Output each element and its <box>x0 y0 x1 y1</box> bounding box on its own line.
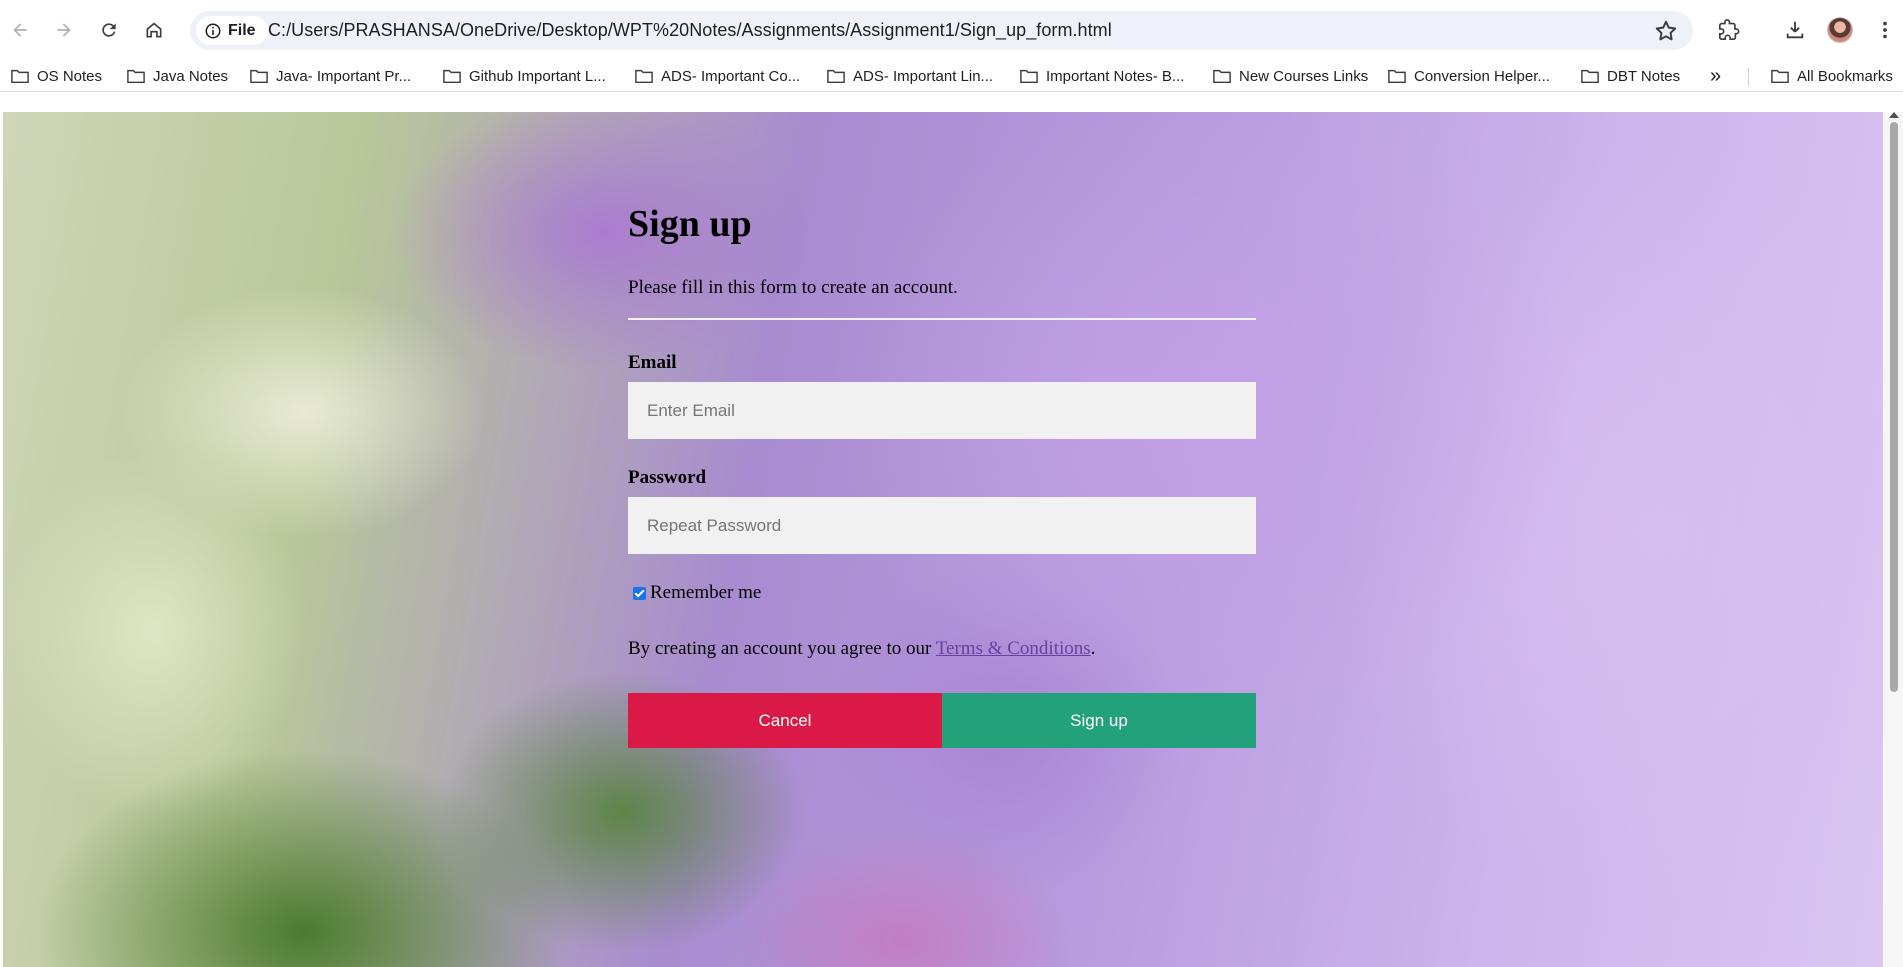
folder-icon <box>443 69 461 84</box>
download-icon <box>1786 21 1804 39</box>
bookmarks-overflow-button[interactable]: » <box>1710 65 1721 87</box>
terms-prefix: By creating an account you agree to our <box>628 638 936 659</box>
bookmark-item[interactable]: New Courses Links <box>1213 65 1368 87</box>
folder-icon <box>11 69 29 84</box>
scroll-up-arrow[interactable] <box>1889 112 1899 118</box>
extensions-button[interactable] <box>1713 14 1745 46</box>
password-label: Password <box>628 467 707 488</box>
arrow-left-icon <box>13 23 27 37</box>
bookmark-label: ADS- Important Co... <box>661 67 801 85</box>
home-button[interactable] <box>138 14 170 46</box>
folder-icon <box>1581 69 1599 84</box>
remember-me-label: Remember me <box>650 582 762 603</box>
bookmark-label: ADS- Important Lin... <box>853 67 994 85</box>
reload-button[interactable] <box>93 14 125 46</box>
remember-me-checkbox[interactable] <box>633 586 646 600</box>
folder-icon <box>127 69 145 84</box>
folder-icon <box>827 69 845 84</box>
browser-toolbar: File C:/Users/PRASHANSA/OneDrive/Desktop… <box>0 0 1903 60</box>
arrow-right-icon <box>57 23 71 37</box>
info-icon <box>205 23 221 38</box>
folder-icon <box>1388 69 1406 84</box>
bookmark-item[interactable]: Conversion Helper... <box>1388 65 1550 87</box>
bookmarks-bar: OS Notes Java Notes Java- Important Pr..… <box>0 60 1903 92</box>
signup-button[interactable]: Sign up <box>942 693 1256 748</box>
bookmark-item[interactable]: Java Notes <box>127 65 228 87</box>
downloads-button[interactable] <box>1779 14 1811 46</box>
bookmark-label: DBT Notes <box>1607 67 1681 85</box>
page-viewport: Sign up Please fill in this form to crea… <box>0 112 1903 967</box>
more-vertical-icon <box>1883 21 1887 39</box>
form-title: Sign up <box>628 203 752 245</box>
bookmark-item[interactable]: OS Notes <box>11 65 102 87</box>
bookmark-label: Important Notes- B... <box>1046 67 1185 85</box>
url-text[interactable]: C:/Users/PRASHANSA/OneDrive/Desktop/WPT%… <box>268 20 1112 41</box>
password-field[interactable] <box>628 497 1256 554</box>
bookmark-label: Java- Important Pr... <box>276 67 412 85</box>
all-bookmarks-label: All Bookmarks <box>1797 67 1893 85</box>
email-field[interactable] <box>628 382 1256 439</box>
bookmark-label: Conversion Helper... <box>1414 67 1550 85</box>
scrollbar-thumb[interactable] <box>1890 122 1898 692</box>
folder-icon <box>1771 69 1789 84</box>
chevron-double-right-icon: » <box>1710 64 1722 87</box>
divider <box>628 318 1256 320</box>
back-button[interactable] <box>4 14 36 46</box>
star-icon <box>1655 20 1677 41</box>
bookmark-item[interactable]: Java- Important Pr... <box>250 65 411 87</box>
bookmark-item[interactable]: ADS- Important Co... <box>635 65 800 87</box>
profile-avatar[interactable] <box>1827 17 1853 43</box>
folder-icon <box>1213 69 1231 84</box>
bookmark-item[interactable]: Github Important L... <box>443 65 606 87</box>
terms-link[interactable]: Terms & Conditions <box>936 638 1091 659</box>
bookmark-item[interactable]: DBT Notes <box>1581 65 1680 87</box>
site-info-chip[interactable]: File <box>196 16 268 45</box>
email-label: Email <box>628 352 677 373</box>
bookmark-star-button[interactable] <box>1653 18 1679 44</box>
puzzle-icon <box>1719 19 1740 40</box>
file-chip-label: File <box>228 21 256 39</box>
bookmark-item[interactable]: ADS- Important Lin... <box>827 65 993 87</box>
folder-icon <box>250 69 268 84</box>
cancel-button[interactable]: Cancel <box>628 693 942 748</box>
terms-text: By creating an account you agree to our … <box>628 638 1095 660</box>
bookmark-label: Java Notes <box>153 67 229 85</box>
reload-icon <box>102 23 116 37</box>
forward-button[interactable] <box>48 14 80 46</box>
bookmarks-separator <box>1748 68 1749 86</box>
bookmark-label: OS Notes <box>37 67 103 85</box>
home-icon <box>146 22 162 38</box>
bookmark-label: New Courses Links <box>1239 67 1369 85</box>
bookmark-item[interactable]: Important Notes- B... <box>1020 65 1184 87</box>
folder-icon <box>1020 69 1038 84</box>
bookmark-label: Github Important L... <box>469 67 606 85</box>
form-subtitle: Please fill in this form to create an ac… <box>628 277 958 298</box>
terms-suffix: . <box>1090 638 1096 659</box>
menu-button[interactable] <box>1869 14 1901 46</box>
address-bar[interactable]: File C:/Users/PRASHANSA/OneDrive/Desktop… <box>190 11 1693 50</box>
folder-icon <box>635 69 653 84</box>
all-bookmarks-button[interactable]: All Bookmarks <box>1771 65 1893 87</box>
remember-me-row: Remember me <box>633 582 761 604</box>
